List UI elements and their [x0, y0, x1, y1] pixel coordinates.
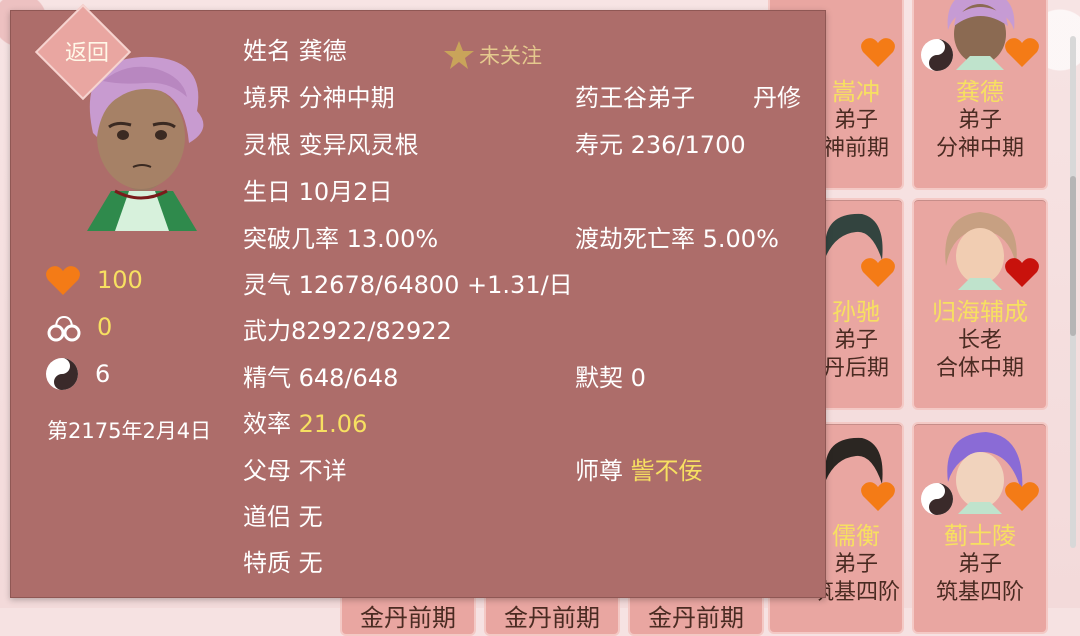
back-button[interactable]: 返回 [49, 35, 125, 67]
name-value: 龚德 [298, 37, 347, 65]
handcuffs-icon [47, 315, 81, 342]
partner-field: 道侣 无 [243, 497, 323, 532]
yinyang-icon [46, 358, 78, 390]
trait-field: 特质 无 [243, 543, 323, 578]
spirit-field: 灵气 12678/64800 +1.31/日 [243, 265, 573, 300]
heart-icon [861, 38, 895, 67]
realm-value: 分神中期 [298, 84, 395, 112]
heart-icon [46, 266, 80, 295]
master-label: 师尊 [575, 457, 623, 485]
character-realm: 分神中期 [935, 136, 1024, 161]
handcuffs-value: 0 [97, 313, 113, 341]
efficiency-label: 效率 [243, 410, 291, 438]
yinyang-icon [921, 39, 953, 71]
force-value: 82922/82922 [291, 317, 452, 345]
character-card-partial[interactable]: 金丹前期 [340, 592, 476, 636]
scrollbar[interactable] [1070, 36, 1076, 548]
sect-value: 药王谷弟子 [575, 84, 695, 112]
birthday-value: 10月2日 [298, 178, 393, 206]
name-field: 姓名 龚德 [243, 31, 347, 66]
breakthrough-value: 13.00% [346, 225, 439, 253]
trait-value: 无 [298, 549, 323, 577]
handcuffs-stat: 0 [45, 310, 112, 344]
yinyang-icon [921, 483, 953, 515]
scrollbar-thumb[interactable] [1070, 176, 1076, 336]
tribulation-label: 渡劫死亡率 [575, 225, 695, 253]
heart-icon [861, 258, 895, 287]
character-realm: 金丹前期 [360, 604, 456, 632]
star-icon [444, 41, 474, 69]
follow-label: 未关注 [479, 44, 542, 68]
life-label: 寿元 [575, 131, 623, 159]
trait-label: 特质 [243, 549, 291, 577]
realm-field: 境界 分神中期 [243, 78, 395, 113]
birthday-field: 生日 10月2日 [243, 172, 392, 207]
tacit-label: 默契 [575, 364, 623, 392]
efficiency-field: 效率 21.06 [243, 404, 367, 439]
profession-value: 丹修 [753, 84, 801, 112]
partner-value: 无 [298, 503, 323, 531]
character-detail-panel: 返回 100 0 6 第2175年2月4日 未关注 姓名 龚德 境界 分神中期 … [10, 3, 826, 598]
heart-icon [1005, 482, 1039, 511]
realm-label: 境界 [243, 84, 291, 112]
master-link[interactable]: 訾不佞 [631, 457, 703, 485]
tacit-value: 0 [630, 364, 646, 392]
favor-value: 100 [97, 266, 143, 294]
character-realm: 筑基四阶 [935, 580, 1024, 605]
tribulation-field: 渡劫死亡率 5.00% [575, 219, 779, 254]
master-field: 师尊 訾不佞 [575, 451, 703, 486]
breakthrough-label: 突破几率 [243, 225, 339, 253]
tribulation-value: 5.00% [702, 225, 779, 253]
life-field: 寿元 236/1700 [575, 125, 746, 160]
character-realm: 合体中期 [935, 356, 1024, 381]
efficiency-value: 21.06 [298, 410, 368, 438]
character-card-jishiling[interactable]: 蓟士陵 弟子 筑基四阶 [912, 422, 1048, 634]
character-realm: 金丹前期 [648, 604, 744, 632]
character-card-partial[interactable]: 金丹前期 [484, 592, 620, 636]
heart-icon [861, 482, 895, 511]
heart-icon [1005, 38, 1039, 67]
life-value: 236/1700 [630, 131, 746, 159]
tacit-field: 默契 0 [575, 358, 646, 393]
yinyang-stat: 6 [45, 357, 110, 391]
character-card-gongde[interactable]: 龚德 弟子 分神中期 [912, 0, 1048, 190]
parents-field: 父母 不详 [243, 451, 347, 486]
breakthrough-field: 突破几率 13.00% [243, 219, 438, 254]
spirit-label: 灵气 [243, 271, 291, 299]
character-card-guihaifucheng[interactable]: 归海辅成 长老 合体中期 [912, 198, 1048, 410]
spirit-value: 12678/64800 +1.31/日 [298, 271, 573, 299]
parents-value: 不详 [298, 457, 347, 485]
heart-icon [1005, 258, 1039, 287]
root-value: 变异风灵根 [298, 131, 419, 159]
partner-label: 道侣 [243, 503, 291, 531]
essence-field: 精气 648/648 [243, 358, 398, 393]
follow-toggle[interactable]: 未关注 [443, 39, 542, 71]
favor-stat: 100 [45, 263, 143, 297]
force-field: 武力82922/82922 [243, 311, 452, 346]
root-field: 灵根 变异风灵根 [243, 125, 419, 160]
game-date: 第2175年2月4日 [47, 419, 212, 443]
force-label: 武力 [243, 317, 291, 345]
essence-value: 648/648 [298, 364, 399, 392]
essence-label: 精气 [243, 364, 291, 392]
yinyang-value: 6 [95, 360, 111, 388]
character-realm: 金丹前期 [504, 604, 600, 632]
character-card-partial[interactable]: 金丹前期 [628, 592, 764, 636]
name-label: 姓名 [243, 37, 291, 65]
root-label: 灵根 [243, 131, 291, 159]
parents-label: 父母 [243, 457, 291, 485]
birthday-label: 生日 [243, 178, 291, 206]
